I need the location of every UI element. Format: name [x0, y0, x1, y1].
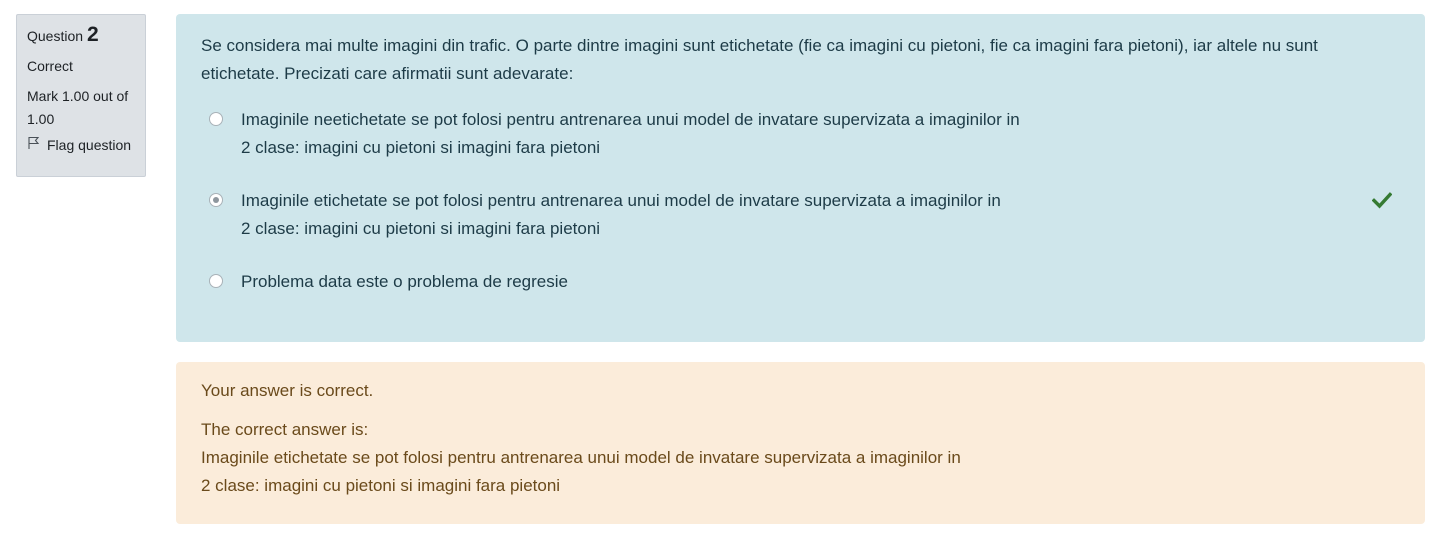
right-answer: The correct answer is: Imaginile etichet…	[201, 416, 1400, 500]
flag-question-label: Flag question	[47, 136, 132, 153]
answer-option-3[interactable]: Problema data este o problema de regresi…	[201, 268, 1400, 296]
question-label: Question	[27, 28, 84, 44]
answer-text-line1: Imaginile etichetate se pot folosi pentr…	[241, 191, 1001, 210]
feedback-panel: Your answer is correct. The correct answ…	[176, 362, 1425, 524]
flag-icon	[27, 136, 41, 153]
answer-text-line1: Imaginile neetichetate se pot folosi pen…	[241, 110, 1020, 129]
question-number: 2	[87, 23, 99, 46]
answer-list: Imaginile neetichetate se pot folosi pen…	[201, 106, 1400, 296]
question-number-line: Question 2	[27, 23, 135, 47]
radio-button[interactable]	[209, 112, 223, 126]
answer-option-2[interactable]: Imaginile etichetate se pot folosi pentr…	[201, 187, 1400, 243]
answer-text: Imaginile neetichetate se pot folosi pen…	[241, 106, 1111, 162]
answer-text-line2: 2 clase: imagini cu pietoni si imagini f…	[241, 219, 601, 238]
answer-text: Problema data este o problema de regresi…	[241, 268, 1111, 296]
right-answer-label: The correct answer is:	[201, 420, 369, 439]
right-answer-line1: Imaginile etichetate se pot folosi pentr…	[201, 448, 961, 467]
radio-button-selected[interactable]	[209, 193, 223, 207]
answer-option-1[interactable]: Imaginile neetichetate se pot folosi pen…	[201, 106, 1400, 162]
question-text: Se considera mai multe imagini din trafi…	[201, 36, 1318, 83]
answer-text: Imaginile etichetate se pot folosi pentr…	[241, 187, 1111, 243]
question-info-panel: Question 2 Correct Mark 1.00 out of 1.00…	[16, 14, 146, 177]
check-icon	[1371, 191, 1393, 209]
right-answer-line2: 2 clase: imagini cu pietoni si imagini f…	[201, 476, 561, 495]
question-state: Correct	[27, 58, 73, 74]
question-formulation: Se considera mai multe imagini din trafi…	[176, 14, 1425, 342]
general-feedback: Your answer is correct.	[201, 381, 374, 400]
answer-text-line1: Problema data este o problema de regresi…	[241, 272, 568, 291]
answer-text-line2: 2 clase: imagini cu pietoni si imagini f…	[241, 138, 601, 157]
question-grade: Mark 1.00 out of 1.00	[27, 88, 129, 127]
flag-question-button[interactable]: Flag question	[27, 136, 135, 153]
radio-button[interactable]	[209, 274, 223, 288]
